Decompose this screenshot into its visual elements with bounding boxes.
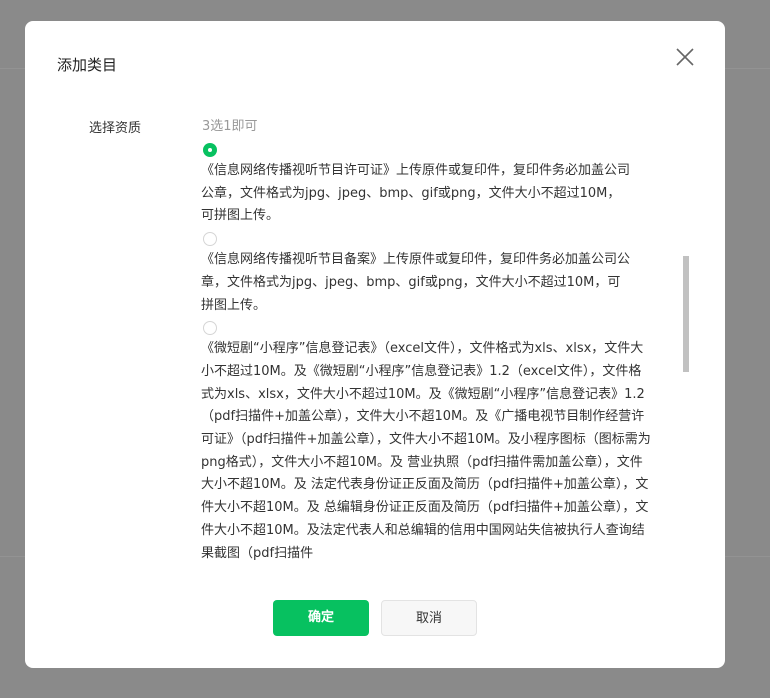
- dialog-title: 添加类目: [57, 56, 118, 74]
- confirm-button[interactable]: 确定: [273, 600, 369, 636]
- radio-button[interactable]: [203, 321, 217, 336]
- qualification-options-list[interactable]: 3选1即可 《信息网络传播视听节目许可证》上传原件或复印件，复印件务必加盖公司公…: [201, 117, 691, 564]
- radio-button[interactable]: [203, 232, 217, 247]
- scrollbar-thumb[interactable]: [683, 256, 689, 372]
- close-icon[interactable]: [673, 45, 697, 69]
- option-description: 《微短剧“小程序”信息登记表》（excel文件），文件格式为xls、xlsx，文…: [201, 341, 651, 561]
- radio-button-checked[interactable]: [203, 143, 217, 157]
- cancel-button[interactable]: 取消: [381, 600, 477, 636]
- qualification-option-2[interactable]: 《信息网络传播视听节目备案》上传原件或复印件，复印件务必加盖公司公章，文件格式为…: [201, 232, 691, 317]
- option-description: 《信息网络传播视听节目备案》上传原件或复印件，复印件务必加盖公司公章，文件格式为…: [201, 252, 631, 313]
- selection-hint: 3选1即可: [202, 119, 258, 134]
- qualification-option-1[interactable]: 《信息网络传播视听节目许可证》上传原件或复印件，复印件务必加盖公司公章，文件格式…: [201, 143, 691, 228]
- add-category-dialog: 添加类目 选择资质 3选1即可 《信息网络传播视听节目许可证》上传原件或复印件，…: [25, 21, 725, 668]
- qualification-option-3[interactable]: 《微短剧“小程序”信息登记表》（excel文件），文件格式为xls、xlsx，文…: [201, 321, 691, 564]
- option-description: 《信息网络传播视听节目许可证》上传原件或复印件，复印件务必加盖公司公章，文件格式…: [201, 163, 631, 224]
- qualification-label: 选择资质: [89, 121, 142, 136]
